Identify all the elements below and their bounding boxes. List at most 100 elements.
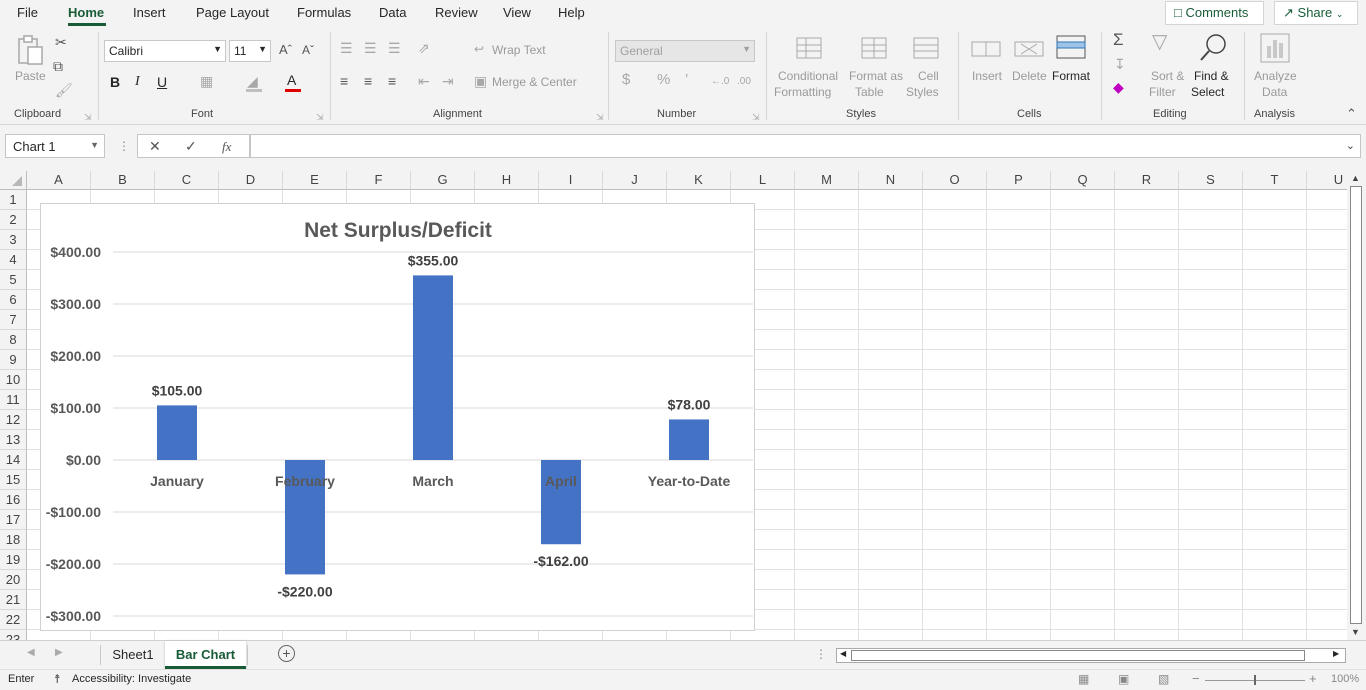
row-header[interactable]: 18 [0, 530, 27, 550]
clear-icon[interactable]: ◆ [1113, 79, 1124, 95]
column-header[interactable]: C [155, 171, 219, 190]
find-select-line1[interactable]: Find & [1194, 68, 1229, 84]
column-header[interactable]: M [795, 171, 859, 190]
row-header[interactable]: 16 [0, 490, 27, 510]
comments-button[interactable]: □ Comments [1165, 1, 1264, 25]
font-name-select[interactable]: Calibri ▼ [104, 40, 226, 62]
format-cells-icon[interactable] [1055, 32, 1087, 62]
row-header[interactable]: 17 [0, 510, 27, 530]
share-button[interactable]: ↗ Share ⌄ [1274, 1, 1358, 25]
scroll-down-icon[interactable]: ▼ [1351, 627, 1360, 637]
borders-icon[interactable]: ▦ [200, 73, 213, 89]
sort-filter-line2[interactable]: Filter [1149, 84, 1176, 100]
font-color-icon[interactable]: A [287, 72, 296, 88]
expand-formula-icon[interactable]: ⌄ [1346, 139, 1355, 152]
conditional-formatting-icon[interactable] [795, 34, 825, 64]
row-header[interactable]: 1 [0, 190, 27, 210]
sort-filter-icon[interactable]: ▽ [1152, 32, 1167, 52]
tab-insert[interactable]: Insert [133, 5, 166, 20]
merge-center-icon[interactable]: ▣ [474, 73, 487, 89]
row-header[interactable]: 7 [0, 310, 27, 330]
insert-function-icon[interactable]: fx [222, 139, 231, 155]
analyze-data-icon[interactable] [1259, 32, 1291, 64]
align-left-icon[interactable]: ≡ [340, 73, 348, 89]
h-scroll-thumb[interactable] [851, 650, 1305, 661]
decrease-decimal-icon[interactable]: .00 [737, 74, 751, 90]
column-header[interactable]: L [731, 171, 795, 190]
tab-data[interactable]: Data [379, 5, 406, 20]
sort-filter-line1[interactable]: Sort & [1151, 68, 1184, 84]
row-header[interactable]: 9 [0, 350, 27, 370]
vertical-scrollbar[interactable]: ▲ ▼ [1347, 171, 1366, 640]
analyze-data-line1[interactable]: Analyze [1254, 68, 1297, 84]
insert-cells-icon[interactable] [970, 36, 1002, 62]
format-cells-button[interactable]: Format [1052, 68, 1090, 84]
column-header[interactable]: Q [1051, 171, 1115, 190]
row-header[interactable]: 20 [0, 570, 27, 590]
tab-review[interactable]: Review [435, 5, 478, 20]
column-header[interactable]: R [1115, 171, 1179, 190]
page-break-view-icon[interactable]: ▧ [1158, 672, 1169, 686]
row-header[interactable]: 8 [0, 330, 27, 350]
row-header[interactable]: 3 [0, 230, 27, 250]
sheet-tab-bar-chart[interactable]: Bar Chart [165, 641, 246, 669]
row-header[interactable]: 6 [0, 290, 27, 310]
align-right-icon[interactable]: ≡ [388, 73, 396, 89]
column-header[interactable]: G [411, 171, 475, 190]
format-as-table-line2[interactable]: Table [855, 84, 884, 100]
decrease-indent-icon[interactable]: ⇤ [418, 73, 430, 89]
zoom-out-icon[interactable]: − [1192, 671, 1200, 686]
merge-center-button[interactable]: Merge & Center [492, 74, 577, 90]
tab-formulas[interactable]: Formulas [297, 5, 351, 20]
paste-button[interactable]: Paste [15, 68, 46, 84]
conditional-formatting-line2[interactable]: Formatting [774, 84, 831, 100]
scroll-up-icon[interactable]: ▲ [1351, 173, 1360, 183]
percent-icon[interactable]: % [657, 72, 670, 88]
tab-page-layout[interactable]: Page Layout [196, 5, 269, 20]
bar-chart[interactable]: Net Surplus/Deficit $400.00 $300.00 $200.0… [40, 203, 755, 631]
comma-style-icon[interactable]: ’ [685, 72, 688, 88]
row-header[interactable]: 22 [0, 610, 27, 630]
dialog-launcher-icon[interactable]: ⇲ [596, 109, 604, 125]
bold-icon[interactable]: B [110, 74, 120, 90]
paste-icon[interactable] [14, 34, 46, 66]
dialog-launcher-icon[interactable]: ⇲ [316, 109, 324, 125]
delete-cells-button[interactable]: Delete [1012, 68, 1047, 84]
increase-decimal-icon[interactable]: ←.0 [711, 74, 729, 90]
wrap-text-button[interactable]: Wrap Text [492, 42, 546, 58]
column-header[interactable]: S [1179, 171, 1243, 190]
currency-icon[interactable]: $ [622, 72, 630, 88]
chart-bar[interactable] [413, 275, 453, 460]
column-header[interactable]: J [603, 171, 667, 190]
column-header[interactable]: A [27, 171, 91, 190]
column-header[interactable]: D [219, 171, 283, 190]
page-layout-view-icon[interactable]: ▣ [1118, 672, 1129, 686]
align-middle-icon[interactable]: ☰ [364, 40, 377, 56]
column-header[interactable]: K [667, 171, 731, 190]
underline-icon[interactable]: U [157, 74, 167, 90]
increase-indent-icon[interactable]: ⇥ [442, 73, 454, 89]
chart-bar[interactable] [669, 419, 709, 460]
column-header[interactable]: T [1243, 171, 1307, 190]
format-as-table-icon[interactable] [860, 34, 890, 64]
column-header[interactable]: O [923, 171, 987, 190]
scroll-right-icon[interactable]: ▶ [1333, 649, 1339, 658]
align-bottom-icon[interactable]: ☰ [388, 40, 401, 56]
column-header[interactable]: P [987, 171, 1051, 190]
collapse-ribbon-icon[interactable]: ⌃ [1346, 106, 1357, 122]
font-size-select[interactable]: 11 ▼ [229, 40, 271, 62]
cancel-icon[interactable]: ✕ [149, 138, 161, 155]
fill-icon[interactable]: ↧ [1114, 56, 1126, 72]
formula-input[interactable]: ⌄ [250, 134, 1361, 158]
add-sheet-icon[interactable]: + [278, 645, 295, 662]
column-header[interactable]: U [1307, 171, 1347, 190]
format-painter-icon[interactable]: 🖌 [55, 82, 73, 98]
number-format-select[interactable]: General ▼ [615, 40, 755, 62]
dialog-launcher-icon[interactable]: ⇲ [752, 109, 760, 125]
format-as-table-line1[interactable]: Format as [849, 68, 903, 84]
select-all-corner[interactable] [0, 171, 27, 190]
normal-view-icon[interactable]: ▦ [1078, 672, 1089, 686]
tab-scroll-right-icon[interactable]: ▶ [55, 647, 63, 658]
column-header[interactable]: E [283, 171, 347, 190]
align-center-icon[interactable]: ≡ [364, 73, 372, 89]
